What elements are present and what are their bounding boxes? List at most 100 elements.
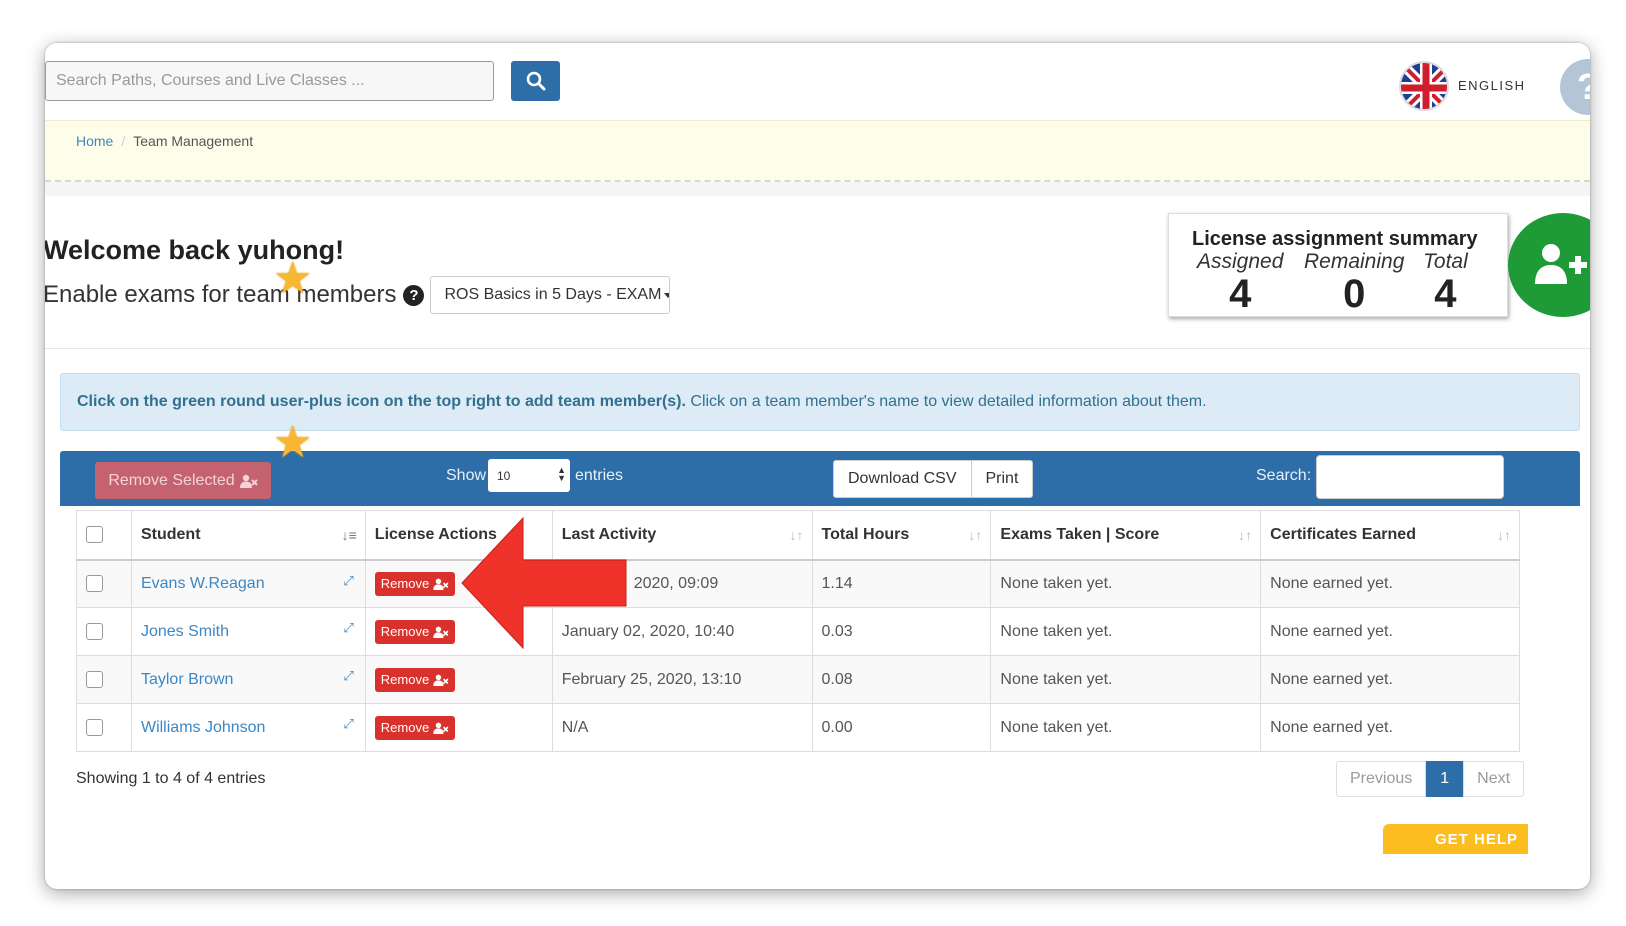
table-row: Williams Johnson ⤢ Remove N/A 0.00 None …	[76, 703, 1520, 752]
info-alert-bold: Click on the green round user-plus icon …	[77, 393, 686, 410]
entries-per-page-select[interactable]: 10 ▲ ▼	[488, 459, 570, 492]
sort-icon: ↓↑	[968, 527, 983, 543]
add-team-member-button[interactable]	[1508, 213, 1590, 317]
breadcrumb-strip	[45, 182, 1590, 196]
column-header-student[interactable]: Student ↓≡	[130, 510, 366, 561]
student-cell: Jones Smith ⤢	[130, 607, 366, 656]
red-arrow-annotation-icon	[461, 516, 627, 650]
remove-member-button[interactable]: Remove	[374, 667, 456, 692]
top-header: Search Paths, Courses and Live Classes .…	[45, 43, 1590, 120]
last-activity-cell: February 25, 2020, 13:10	[551, 655, 813, 704]
student-cell: Taylor Brown ⤢	[130, 655, 366, 704]
total-hours-cell: 0.08	[811, 655, 992, 704]
language-label[interactable]: ENGLISH	[1458, 78, 1526, 93]
star-marker-icon: ★	[273, 254, 313, 303]
license-summary-title: License assignment summary	[1192, 228, 1478, 250]
column-header-total-hours[interactable]: Total Hours ↓↑	[811, 510, 992, 561]
column-header-exams[interactable]: Exams Taken | Score ↓↑	[990, 510, 1262, 561]
remove-label: Remove	[380, 672, 430, 687]
row-checkbox[interactable]	[86, 575, 103, 593]
caret-down-icon	[664, 292, 670, 298]
pagination-page-1[interactable]: 1	[1426, 761, 1464, 797]
column-header-certificates[interactable]: Certificates Earned ↓↑	[1260, 510, 1520, 561]
exams-cell: None taken yet.	[990, 655, 1262, 704]
student-cell: Williams Johnson ⤢	[130, 703, 366, 752]
sort-icon: ↓↑	[789, 527, 804, 543]
uk-flag-icon[interactable]	[1399, 61, 1449, 111]
download-csv-button[interactable]: Download CSV	[833, 460, 972, 498]
expand-icon[interactable]: ⤢	[343, 573, 353, 589]
row-checkbox[interactable]	[86, 670, 103, 688]
column-header-label: Certificates Earned	[1270, 525, 1416, 543]
pagination-previous[interactable]: Previous	[1336, 761, 1427, 797]
search-button[interactable]	[511, 61, 560, 101]
remove-member-button[interactable]: Remove	[374, 715, 456, 740]
breadcrumb-separator: /	[121, 133, 126, 149]
question-circle-icon[interactable]: ?	[403, 284, 425, 306]
table-header-row: Student ↓≡ License Actions Last Activity…	[76, 510, 1520, 561]
select-all-checkbox[interactable]	[86, 526, 103, 544]
help-avatar-icon[interactable]: ?	[1560, 59, 1590, 115]
star-marker-icon: ★	[273, 418, 313, 467]
get-help-button[interactable]: GET HELP	[1383, 824, 1528, 854]
sort-asc-icon: ↓≡	[341, 527, 357, 543]
student-cell: Evans W.Reagan ⤢	[130, 559, 366, 608]
sort-icon: ↓↑	[1497, 527, 1511, 543]
exam-select-dropdown[interactable]: ROS Basics in 5 Days - EXAM	[430, 276, 671, 314]
remaining-label: Remaining	[1304, 250, 1405, 273]
row-checkbox[interactable]	[86, 622, 103, 640]
sort-icon: ↓↑	[1238, 527, 1253, 543]
show-label: Show	[446, 467, 487, 484]
breadcrumb: Home / Team Management	[45, 120, 1590, 182]
pagination-next[interactable]: Next	[1463, 761, 1525, 797]
exams-cell: None taken yet.	[990, 559, 1262, 608]
table-row: Evans W.Reagan ⤢ Remove 2020, 09:09 1.14…	[76, 559, 1520, 608]
breadcrumb-home-link[interactable]: Home	[76, 133, 113, 149]
remove-selected-label: Remove Selected	[108, 471, 235, 489]
remove-member-button[interactable]: Remove	[374, 619, 456, 644]
section-divider	[45, 348, 1590, 349]
enable-exams-row: Enable exams for team members ? ROS Basi…	[45, 276, 671, 314]
entries-label: entries	[575, 467, 624, 484]
info-alert-text: Click on a team member's name to view de…	[685, 393, 1207, 410]
user-times-icon	[433, 578, 449, 590]
license-total: Total 4	[1423, 250, 1468, 314]
remove-member-button[interactable]: Remove	[374, 571, 456, 596]
expand-icon[interactable]: ⤢	[343, 620, 353, 636]
table-search-input[interactable]	[1316, 455, 1504, 499]
last-activity-cell: N/A	[551, 703, 813, 752]
license-actions-cell: Remove	[364, 703, 553, 752]
course-search-input[interactable]: Search Paths, Courses and Live Classes .…	[45, 61, 494, 101]
user-times-icon	[433, 674, 449, 686]
expand-icon[interactable]: ⤢	[343, 668, 353, 684]
row-select-cell	[76, 607, 132, 656]
exams-cell: None taken yet.	[990, 703, 1262, 752]
row-select-cell	[76, 655, 132, 704]
table-info-text: Showing 1 to 4 of 4 entries	[76, 770, 266, 787]
user-plus-icon	[1535, 244, 1587, 284]
remove-label: Remove	[380, 624, 430, 639]
total-hours-cell: 1.14	[811, 559, 992, 608]
remove-label: Remove	[380, 720, 430, 735]
assigned-value: 4	[1229, 272, 1252, 316]
column-header-label: Exams Taken | Score	[1000, 525, 1160, 543]
export-button-group: Download CSV Print	[833, 460, 1034, 498]
row-checkbox[interactable]	[86, 718, 103, 736]
table-search-label: Search:	[1256, 467, 1312, 484]
print-button[interactable]: Print	[971, 460, 1034, 498]
student-name-link[interactable]: Jones Smith	[141, 623, 229, 640]
row-select-cell	[76, 559, 132, 608]
student-name-link[interactable]: Evans W.Reagan	[141, 575, 265, 592]
student-name-link[interactable]: Taylor Brown	[141, 671, 233, 688]
table-row: Taylor Brown ⤢ Remove February 25, 2020,…	[76, 655, 1520, 704]
total-hours-cell: 0.03	[811, 607, 992, 656]
student-name-link[interactable]: Williams Johnson	[141, 719, 265, 736]
remove-selected-button[interactable]: Remove Selected	[95, 462, 271, 499]
column-header-label: Student	[140, 525, 201, 543]
certificates-cell: None earned yet.	[1260, 655, 1520, 704]
exam-select-value: ROS Basics in 5 Days - EXAM	[444, 286, 662, 303]
expand-icon[interactable]: ⤢	[343, 716, 353, 732]
user-times-icon	[433, 626, 449, 638]
entries-value: 10	[497, 469, 511, 483]
assigned-label: Assigned	[1197, 250, 1284, 273]
